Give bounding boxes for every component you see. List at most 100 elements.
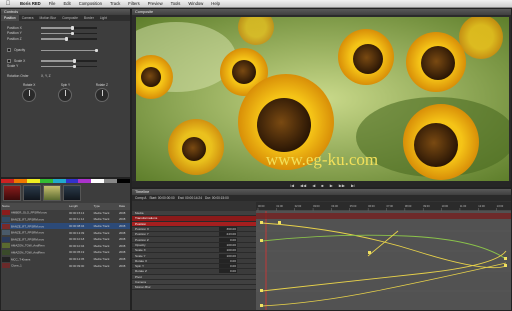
layer-value-field[interactable]: 0.00 xyxy=(219,237,237,242)
tab-motion-blur[interactable]: Motion Blur xyxy=(36,15,59,21)
column-name[interactable]: Name xyxy=(1,203,68,210)
time-ruler-ticks: 00:00 01:00 02:00 03:00 04:00 05:00 06:00 07:00… xyxy=(256,204,511,211)
position-y-slider[interactable] xyxy=(41,31,97,35)
keyframe[interactable] xyxy=(368,251,371,254)
go-start-button[interactable]: |◀ xyxy=(290,183,294,188)
tab-composite[interactable]: Composite xyxy=(59,15,81,21)
keyframe[interactable] xyxy=(260,289,263,292)
table-row[interactable]: BANZE_RT_FPSRM.mov 00:00:13:09 Media Track… xyxy=(1,229,130,236)
preview-viewer[interactable]: www.eg-ku.com xyxy=(136,17,509,181)
row-date: 2008 xyxy=(118,263,126,268)
keyframe[interactable] xyxy=(278,221,281,224)
composer-panel: Composite www.eg-ku.com |◀ ◀◀ ◀ ■ ▶ ▶▶ ▶… xyxy=(131,8,512,188)
menu-tools[interactable]: Tools xyxy=(167,1,185,6)
opacity-checkbox[interactable] xyxy=(7,48,11,53)
table-row[interactable]: AMBER_GLO_FPSRM.mov 00:00:15:13 Media Trac… xyxy=(1,210,130,217)
table-row[interactable]: AMAZON_TOW_AndRem 00:00:05:19 Media Track 2… xyxy=(1,249,130,256)
table-row[interactable]: Clone_1 00:00:09:00 Media Track 2008 xyxy=(1,262,130,269)
spin-y-label: Spin Y xyxy=(60,82,71,87)
rotate-z-dial[interactable] xyxy=(94,87,109,102)
ruler-tick-label: 02:00 xyxy=(295,204,302,208)
table-row[interactable]: BANZE_RT_FPSRM.mov 00:00:11:14 Media Track… xyxy=(1,216,130,223)
end-time[interactable]: End: 00:00:14:24 xyxy=(178,196,202,200)
comp-label[interactable]: Comp A xyxy=(135,196,146,200)
position-z-slider[interactable] xyxy=(41,37,97,41)
go-end-button[interactable]: ▶| xyxy=(351,183,355,188)
tab-border[interactable]: Border xyxy=(81,15,97,21)
row-thumbnail xyxy=(2,216,10,222)
keyframe[interactable] xyxy=(260,239,263,242)
tab-light[interactable]: Light xyxy=(97,15,110,21)
rewind-button[interactable]: ◀◀ xyxy=(300,183,306,188)
menu-preview[interactable]: Preview xyxy=(144,1,167,6)
time-ruler[interactable]: 00:00 01:00 02:00 03:00 04:00 05:00 06:00 07:00… xyxy=(256,202,511,211)
media-thumbnail[interactable] xyxy=(63,185,81,201)
keyframe-graph[interactable] xyxy=(256,211,511,310)
apple-icon[interactable]:  xyxy=(0,1,16,7)
row-thumbnail xyxy=(2,243,10,249)
media-thumbnail[interactable] xyxy=(43,185,61,201)
start-time[interactable]: Start: 00:00:00:00 xyxy=(149,196,174,200)
opacity-label: Opacity xyxy=(14,48,26,53)
row-date: 2008 xyxy=(118,243,126,248)
position-x-slider[interactable] xyxy=(41,26,97,30)
duration[interactable]: Dur: 00:00:15:00 xyxy=(205,196,229,200)
layer-value-field[interactable]: 243.00 xyxy=(219,232,237,237)
step-back-button[interactable]: ◀ xyxy=(312,183,315,188)
scale-y-label: Scale Y xyxy=(7,64,19,69)
scale-x-slider[interactable] xyxy=(41,59,97,63)
table-row[interactable]: MCC_T-Kisses 00:00:12:05 Media Track 2008 xyxy=(1,256,130,263)
layer-name: Motion Blur xyxy=(135,285,151,290)
row-date: 2008 xyxy=(118,230,126,235)
tab-camera[interactable]: Camera xyxy=(19,15,37,21)
scale-checkbox[interactable] xyxy=(7,58,11,63)
rotation-order-value[interactable]: X, Y, Z xyxy=(41,74,51,78)
layer-value-field[interactable]: 360.00 xyxy=(219,227,237,232)
layer-value-field[interactable]: 0.00 xyxy=(219,258,237,263)
layer-value-field[interactable]: 100.00 xyxy=(219,253,237,258)
media-table-header: Name Length Type Date xyxy=(1,203,130,210)
layer-value-field[interactable]: 100.00 xyxy=(219,248,237,253)
stop-button[interactable]: ■ xyxy=(321,183,323,188)
column-length[interactable]: Length xyxy=(68,203,93,210)
ruler-tick-label: 08:00 xyxy=(405,204,412,208)
row-type: Media Track xyxy=(93,243,110,248)
tab-position[interactable]: Position xyxy=(1,15,19,21)
row-date: 2008 xyxy=(118,210,126,215)
menu-edit[interactable]: Edit xyxy=(59,1,74,6)
keyframe[interactable] xyxy=(504,264,507,267)
menu-composition[interactable]: Composition xyxy=(75,1,106,6)
menu-help[interactable]: Help xyxy=(207,1,224,6)
menu-filters[interactable]: Filters xyxy=(124,1,143,6)
opacity-slider[interactable] xyxy=(41,48,98,52)
menu-window[interactable]: Window xyxy=(184,1,207,6)
table-row[interactable]: AMAZON_TOW_AndRem 00:00:10:04 Media Track 2… xyxy=(1,243,130,250)
keyframe[interactable] xyxy=(260,221,263,224)
keyframe[interactable] xyxy=(504,257,507,260)
keyframe[interactable] xyxy=(260,304,263,307)
column-type[interactable]: Type xyxy=(92,203,118,210)
menu-file[interactable]: File xyxy=(45,1,60,6)
rotate-x-dial[interactable] xyxy=(22,87,37,102)
scale-y-slider[interactable] xyxy=(41,64,97,68)
column-date[interactable]: Date xyxy=(117,203,130,210)
transport-bar: |◀ ◀◀ ◀ ■ ▶ ▶▶ ▶| xyxy=(132,181,511,188)
row-date: 2008 xyxy=(118,257,126,262)
row-name: BANZE_RT_FPSRM.mov xyxy=(11,237,45,242)
layer-row[interactable]: Motion Blur xyxy=(132,285,256,291)
fast-forward-button[interactable]: ▶▶ xyxy=(339,183,345,188)
table-row[interactable]: BANZE_RT_FPSRM.mov 00:00:10:18 Media Track… xyxy=(1,236,130,243)
layer-value-field[interactable]: 0.00 xyxy=(219,264,237,269)
layer-value-field[interactable]: 100.00 xyxy=(219,242,237,247)
media-thumbnail[interactable] xyxy=(3,185,21,201)
layer-value-field[interactable]: 0.00 xyxy=(219,269,237,274)
play-button[interactable]: ▶ xyxy=(330,183,333,188)
color-swatches xyxy=(1,179,130,183)
table-row[interactable]: BANZE_RT_FPSRM.mov 00:00:08:04 Media Track… xyxy=(1,222,130,230)
menu-track[interactable]: Track xyxy=(106,1,124,6)
spin-y-dial[interactable] xyxy=(58,87,73,102)
menu-app[interactable]: Boris RED xyxy=(16,1,45,6)
row-thumbnail xyxy=(2,230,10,236)
timeline-toolbar: Comp A Start: 00:00:00:00 End: 00:00:14:… xyxy=(132,195,511,201)
media-thumbnail[interactable] xyxy=(23,185,41,201)
